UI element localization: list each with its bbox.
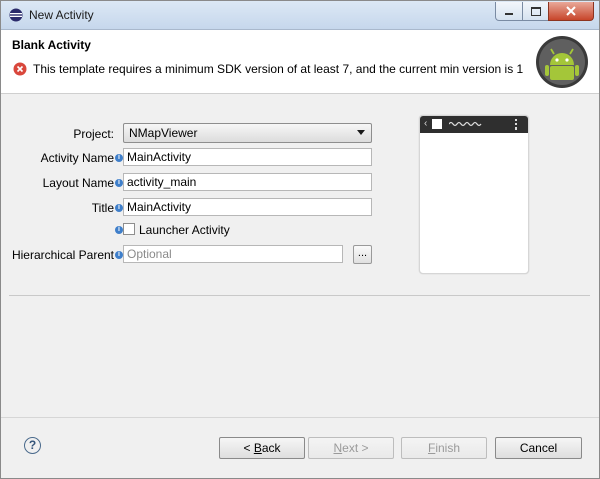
- info-icon: i: [115, 204, 123, 212]
- layout-name-field[interactable]: activity_main: [123, 173, 372, 191]
- next-rest: ext >: [342, 441, 369, 455]
- hierarchical-parent-field[interactable]: Optional: [123, 245, 343, 263]
- maximize-button[interactable]: [522, 2, 549, 21]
- android-icon: [536, 36, 588, 88]
- minimize-button[interactable]: [495, 2, 523, 21]
- maximize-icon: [530, 6, 541, 16]
- activity-name-label: Activity Name: [40, 151, 114, 165]
- preview-app-icon: [432, 119, 442, 129]
- wizard-header: Blank Activity This template requires a …: [1, 30, 599, 94]
- layout-name-label: Layout Name: [42, 176, 114, 190]
- title-bar[interactable]: New Activity: [1, 1, 599, 30]
- close-button[interactable]: [548, 2, 594, 21]
- new-activity-dialog: New Activity Blank Activity This templat…: [0, 0, 600, 479]
- cancel-button[interactable]: Cancel: [495, 437, 582, 459]
- back-mnemonic: B: [253, 441, 262, 455]
- page-title: Blank Activity: [12, 38, 91, 52]
- hierarchical-parent-label: Hierarchical Parent: [11, 248, 114, 262]
- preview-overflow-icon: [515, 119, 517, 130]
- launcher-activity-checkbox[interactable]: [123, 223, 135, 235]
- error-icon: [13, 62, 27, 76]
- eclipse-icon: [9, 8, 23, 22]
- help-button[interactable]: ?: [24, 437, 41, 454]
- next-button[interactable]: Next >: [308, 437, 394, 459]
- project-label: Project:: [73, 127, 114, 141]
- info-icon: i: [115, 179, 123, 187]
- error-message: This template requires a minimum SDK ver…: [33, 62, 524, 76]
- preview-back-icon: ‹: [424, 118, 428, 129]
- activity-name-field[interactable]: MainActivity: [123, 148, 372, 166]
- info-icon: i: [115, 226, 123, 234]
- project-value: NMapViewer: [129, 126, 198, 140]
- chevron-down-icon: [357, 130, 365, 135]
- info-icon: i: [115, 251, 123, 259]
- finish-button[interactable]: Finish: [401, 437, 487, 459]
- button-bar-divider: [1, 417, 599, 418]
- finish-rest: inish: [435, 441, 461, 455]
- preview-action-bar: ‹: [420, 116, 528, 133]
- back-prefix: <: [243, 441, 254, 455]
- next-mnemonic: N: [333, 441, 343, 455]
- project-combo[interactable]: NMapViewer: [123, 123, 372, 143]
- title-field[interactable]: MainActivity: [123, 198, 372, 216]
- close-icon: [566, 6, 576, 16]
- back-rest: ack: [261, 441, 281, 455]
- launcher-activity-label[interactable]: Launcher Activity: [139, 223, 230, 237]
- window-title: New Activity: [29, 8, 94, 22]
- back-button[interactable]: < Back: [219, 437, 305, 459]
- content-divider: [9, 295, 590, 296]
- preview-title-icon: [449, 121, 482, 127]
- minimize-icon: [505, 13, 513, 15]
- info-icon: i: [115, 154, 123, 162]
- title-label: Title: [91, 201, 114, 215]
- activity-preview: ‹: [419, 115, 529, 274]
- browse-button[interactable]: ...: [353, 245, 372, 264]
